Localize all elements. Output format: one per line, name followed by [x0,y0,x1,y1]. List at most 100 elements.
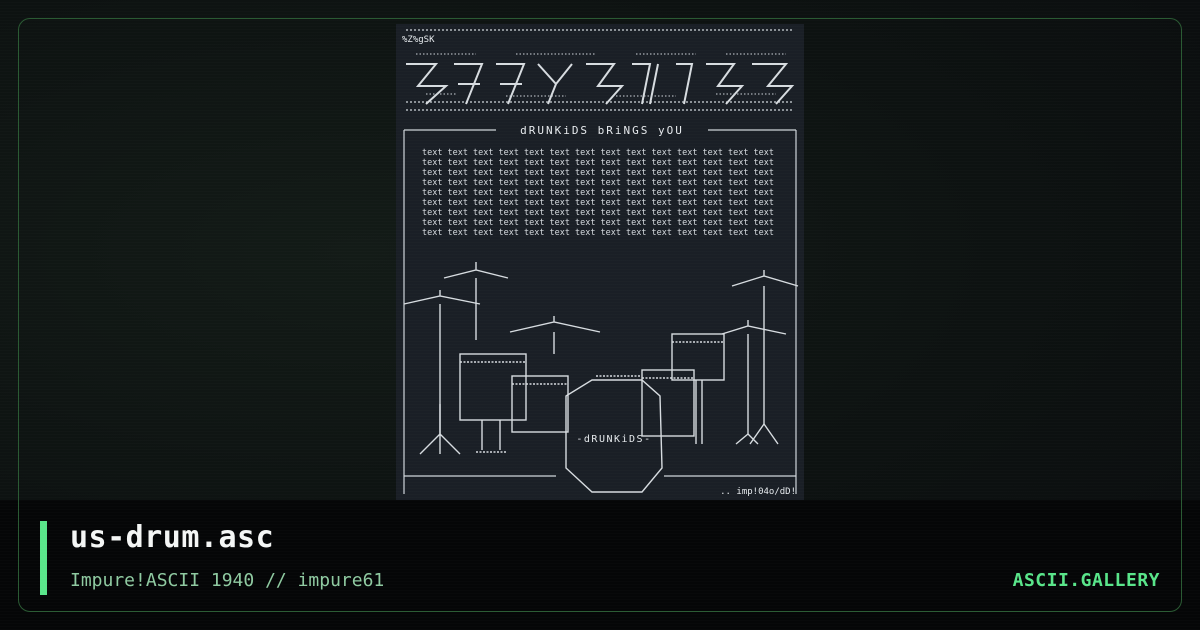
art-text-cell: text [422,188,442,198]
art-text-cell: text [652,218,672,228]
art-text-cell: text [524,228,544,238]
art-text-cell: text [575,218,595,228]
share-card: %Z%gSK dRUNKiDS bRiNGS yOU text text tex… [0,0,1200,630]
art-text-cell: text [499,208,519,218]
art-text-cell: text [754,178,774,188]
footer-frame [18,500,1182,612]
art-text-cell: text [473,208,493,218]
art-text-cell: text [677,218,697,228]
art-drum-kit [403,262,799,493]
art-text-cell: text [626,198,646,208]
accent-bar [40,521,47,595]
art-text-cell: text [677,198,697,208]
art-text-cell: text [677,158,697,168]
art-text-cell: text [677,178,697,188]
art-text-cell: text [601,208,621,218]
art-text-cell: text [703,198,723,208]
art-text-cell: text [677,148,697,158]
art-text-cell: text [550,208,570,218]
art-text-cell: text [703,168,723,178]
art-text-cell: text [703,158,723,168]
art-text-cell: text [652,168,672,178]
art-text-cell: text [422,208,442,218]
art-cymbal-left-high [443,262,509,279]
art-text-cell: text [677,208,697,218]
art-text-cell: text [728,188,748,198]
art-text-cell: text [652,158,672,168]
art-text-cell: text [575,158,595,168]
art-text-cell: text [754,208,774,218]
art-text-cell: text [601,198,621,208]
art-text-cell: text [499,218,519,228]
art-text-cell: text [473,218,493,228]
art-text-cell: text [626,168,646,178]
art-text-cell: text [448,188,468,198]
art-text-cell: text [499,178,519,188]
art-text-cell: text [448,178,468,188]
art-floor-tom-left [459,353,527,421]
art-text-cell: text [473,158,493,168]
art-text-cell: text [575,228,595,238]
art-text-cell: text [448,208,468,218]
art-text-cell: text [754,228,774,238]
art-corner-tag: %Z%gSK [402,35,435,45]
art-text-cell: text [422,158,442,168]
art-text-cell: text [626,178,646,188]
art-text-cell: text [728,228,748,238]
art-text-cell: text [448,158,468,168]
art-text-cell: text [422,178,442,188]
art-text-cell: text [550,178,570,188]
art-text-cell: text [754,148,774,158]
art-text-cell: text [601,218,621,228]
art-text-cell: text [550,148,570,158]
art-text-cell: text [448,198,468,208]
art-text-cell: text [652,198,672,208]
art-text-cell: text [601,188,621,198]
art-text-cell: text [422,198,442,208]
art-text-cell: text [703,208,723,218]
art-text-cell: text [473,198,493,208]
art-text-cell: text [575,168,595,178]
art-text-cell: text [728,218,748,228]
art-text-cell: text [448,168,468,178]
art-text-cell: text [524,158,544,168]
art-text-cell: text [575,188,595,198]
art-text-cell: text [550,228,570,238]
art-text-cell: text [524,208,544,218]
art-text-cell: text [575,178,595,188]
art-text-cell: text [422,218,442,228]
art-text-cell: text [652,188,672,198]
art-text-cell: text [550,168,570,178]
art-text-cell: text [754,188,774,198]
art-text-cell: text [524,148,544,158]
art-text-cell: text [499,168,519,178]
art-text-cell: text [550,158,570,168]
art-text-cell: text [524,188,544,198]
art-text-cell: text [728,158,748,168]
art-text-cell: text [601,168,621,178]
art-text-cell: text [728,208,748,218]
art-text-cell: text [728,178,748,188]
site-brand-link[interactable]: ASCII.GALLERY [1013,570,1160,591]
art-text-cell: text [601,228,621,238]
art-text-cell: text [499,228,519,238]
art-cymbal-hihat [403,290,481,305]
art-text-cell: text [473,228,493,238]
art-text-cell: text [626,158,646,168]
art-text-cell: text [677,228,697,238]
art-text-cell: text [499,198,519,208]
art-text-cell: text [626,208,646,218]
art-text-cell: text [601,158,621,168]
art-text-cell: text [473,168,493,178]
art-stand-hihat [419,404,461,455]
art-rack-tom-right [671,333,725,381]
art-text-cell: text [499,188,519,198]
art-text-cell: text [652,208,672,218]
art-text-cell: text [601,178,621,188]
art-text-cell: text [473,178,493,188]
art-text-cell: text [754,168,774,178]
art-text-cell: text [422,228,442,238]
art-text-cell: text [652,148,672,158]
art-text-cell: text [550,198,570,208]
art-banner-text: dRUNKiDS bRiNGS yOU [520,124,684,137]
